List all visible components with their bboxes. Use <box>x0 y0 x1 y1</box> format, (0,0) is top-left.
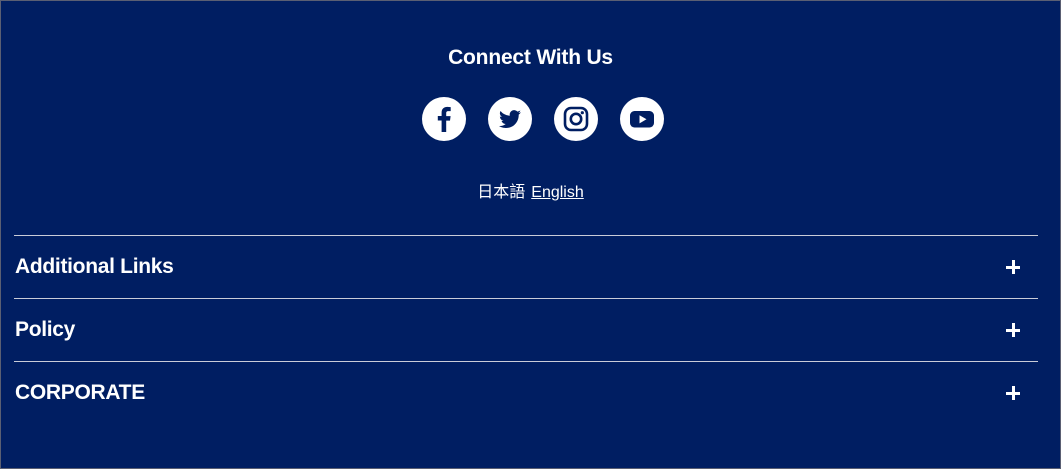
accordion-label: CORPORATE <box>15 381 145 404</box>
plus-icon <box>1006 260 1020 274</box>
connect-title: Connect With Us <box>448 46 613 69</box>
twitter-icon <box>499 110 521 129</box>
youtube-icon <box>630 111 654 128</box>
accordion-additional-links[interactable]: Additional Links <box>14 235 1038 298</box>
accordion-corporate[interactable]: CORPORATE <box>14 361 1038 424</box>
social-links <box>422 97 664 141</box>
accordion-label: Additional Links <box>15 255 174 278</box>
plus-icon <box>1006 323 1020 337</box>
facebook-link[interactable] <box>422 97 466 141</box>
language-english-link[interactable]: English <box>531 184 583 201</box>
language-switcher: 日本語 English <box>0 178 1061 202</box>
language-japanese[interactable]: 日本語 <box>477 184 525 201</box>
instagram-icon <box>563 106 589 132</box>
accordion-label: Policy <box>15 318 76 341</box>
footer-accordion: Additional Links Policy CORPORATE <box>14 235 1038 424</box>
youtube-link[interactable] <box>620 97 664 141</box>
accordion-policy[interactable]: Policy <box>14 298 1038 361</box>
instagram-link[interactable] <box>554 97 598 141</box>
twitter-link[interactable] <box>488 97 532 141</box>
facebook-icon <box>437 106 451 132</box>
plus-icon <box>1006 386 1020 400</box>
